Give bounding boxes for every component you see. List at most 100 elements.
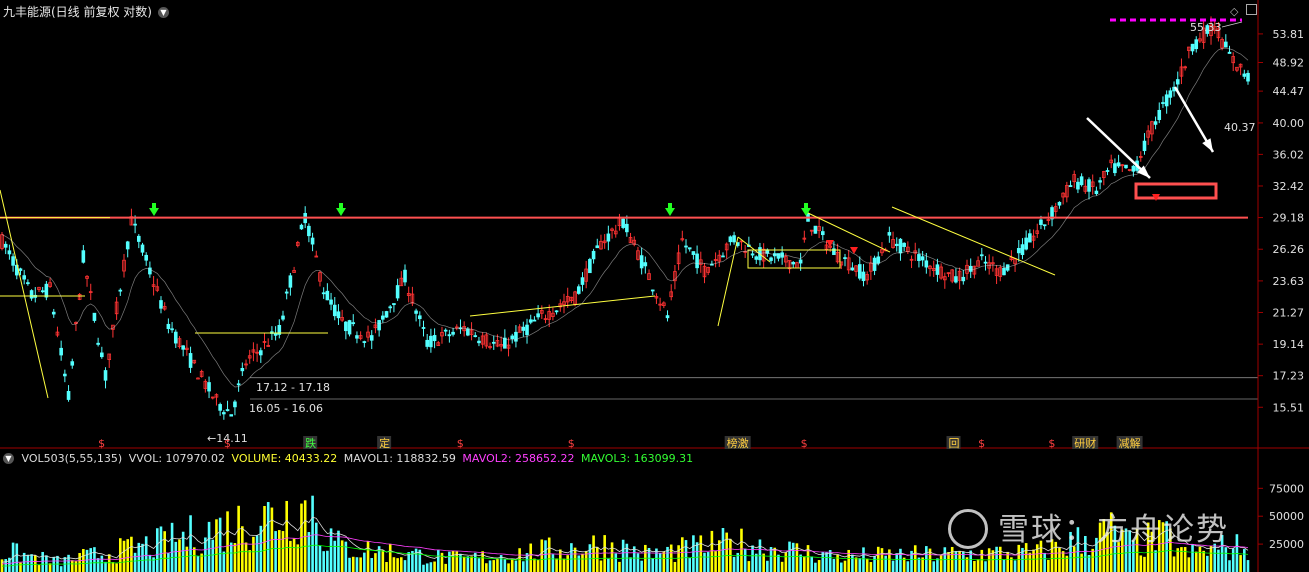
candle-body xyxy=(473,335,478,338)
candle-body xyxy=(443,329,448,332)
volume-bar xyxy=(503,559,507,572)
volume-bar xyxy=(1032,549,1035,572)
volume-bar xyxy=(30,554,33,572)
volume-bar xyxy=(448,551,451,572)
volume-bar xyxy=(732,556,736,572)
volume-bar xyxy=(351,556,355,572)
volume-bar xyxy=(1209,545,1213,572)
volume-bar xyxy=(366,541,370,572)
price-tick-label: 15.51 xyxy=(1273,401,1305,414)
candle-body xyxy=(1024,237,1028,250)
white-arrow-head xyxy=(1202,138,1213,152)
candle-body xyxy=(798,259,803,264)
volume-bar xyxy=(359,557,362,572)
volume-bar xyxy=(865,558,869,572)
level-label: 40.37 xyxy=(1224,121,1256,134)
candle-body xyxy=(414,310,418,314)
kline-chart[interactable]: 55.3340.37←14.1117.12 - 17.1816.05 - 16.… xyxy=(0,0,1309,572)
chevron-down-icon[interactable]: ▼ xyxy=(158,7,169,18)
volume-bar xyxy=(451,550,455,572)
candle-body xyxy=(144,254,148,261)
volume-bar xyxy=(48,563,52,572)
volume-bar xyxy=(640,560,643,572)
candle-body xyxy=(307,225,311,237)
vol-label[interactable]: VOL503(5,55,135) xyxy=(22,452,123,465)
volume-bar xyxy=(766,560,769,572)
candle-body xyxy=(732,235,736,243)
volume-bar xyxy=(773,547,777,572)
event-marker-label: $ xyxy=(1048,437,1055,450)
volume-bar xyxy=(891,560,895,572)
volume-bar xyxy=(518,548,521,572)
volume-bar xyxy=(1047,559,1050,572)
candle-body xyxy=(170,328,174,331)
candle-body xyxy=(429,335,433,348)
trendline xyxy=(807,212,891,253)
event-marker-label: $ xyxy=(801,437,808,450)
volume-bar xyxy=(178,539,181,572)
volume-bar xyxy=(222,551,226,572)
candle-body xyxy=(207,382,211,392)
candle-body xyxy=(1087,179,1091,192)
candle-body xyxy=(118,289,123,292)
candle-body xyxy=(421,327,426,329)
green-peak-marker xyxy=(336,208,346,216)
candle-body xyxy=(1016,248,1021,254)
volume-bar xyxy=(1013,560,1017,572)
volume-bar xyxy=(111,562,115,572)
volume-bar xyxy=(115,563,118,572)
candle-body xyxy=(687,247,692,250)
diamond-icon[interactable]: ◇ xyxy=(1230,5,1238,18)
candle-body xyxy=(576,286,581,294)
volume-bar xyxy=(363,552,366,572)
mavol3-value: MAVOL3: 163099.31 xyxy=(581,452,694,465)
candle-body xyxy=(140,244,145,253)
volume-bar xyxy=(229,542,233,572)
candle-body xyxy=(691,251,696,255)
candle-body xyxy=(225,409,230,412)
candle-body xyxy=(721,255,725,258)
candle-body xyxy=(1194,39,1199,50)
volume-bar xyxy=(314,522,318,572)
volume-bar xyxy=(1043,552,1046,572)
candle-body xyxy=(1142,140,1147,152)
panel-toggle-icon[interactable] xyxy=(1246,4,1257,15)
volume-bar xyxy=(15,543,19,572)
candle-body xyxy=(310,237,315,245)
candle-body xyxy=(321,292,326,295)
volume-bar xyxy=(485,563,488,572)
event-marker-label: $ xyxy=(978,437,985,450)
candle-body xyxy=(1113,163,1117,174)
candle-body xyxy=(665,315,670,319)
volume-bar xyxy=(603,535,606,572)
candle-body xyxy=(1246,72,1250,82)
candle-body xyxy=(769,257,773,261)
volume-bar xyxy=(1224,547,1228,572)
volume-bar xyxy=(817,560,821,572)
chevron-down-icon[interactable]: ▼ xyxy=(3,453,14,464)
candle-body xyxy=(1039,219,1043,225)
candle-body xyxy=(29,290,34,299)
high-label: 55.33 xyxy=(1190,21,1222,34)
candle-body xyxy=(40,290,45,293)
volume-bar xyxy=(832,558,836,572)
candle-body xyxy=(125,241,130,250)
candle-body xyxy=(917,254,921,261)
volume-bar xyxy=(573,547,577,572)
candle-body xyxy=(159,300,163,309)
volume-bar xyxy=(285,500,288,572)
volume-bar xyxy=(492,560,496,572)
volume-bar xyxy=(1143,556,1146,572)
candle-body xyxy=(1028,233,1032,243)
volume-bar xyxy=(747,561,751,572)
volume-bar xyxy=(1231,548,1235,572)
candle-body xyxy=(1079,176,1084,186)
volume-bar xyxy=(607,558,610,572)
volume-bar xyxy=(1172,556,1176,572)
volume-bar xyxy=(980,549,984,572)
volume-bar xyxy=(658,553,662,572)
volume-bar xyxy=(684,540,688,572)
candle-body xyxy=(983,261,988,264)
volume-bar xyxy=(400,557,403,572)
candle-body xyxy=(384,311,389,318)
